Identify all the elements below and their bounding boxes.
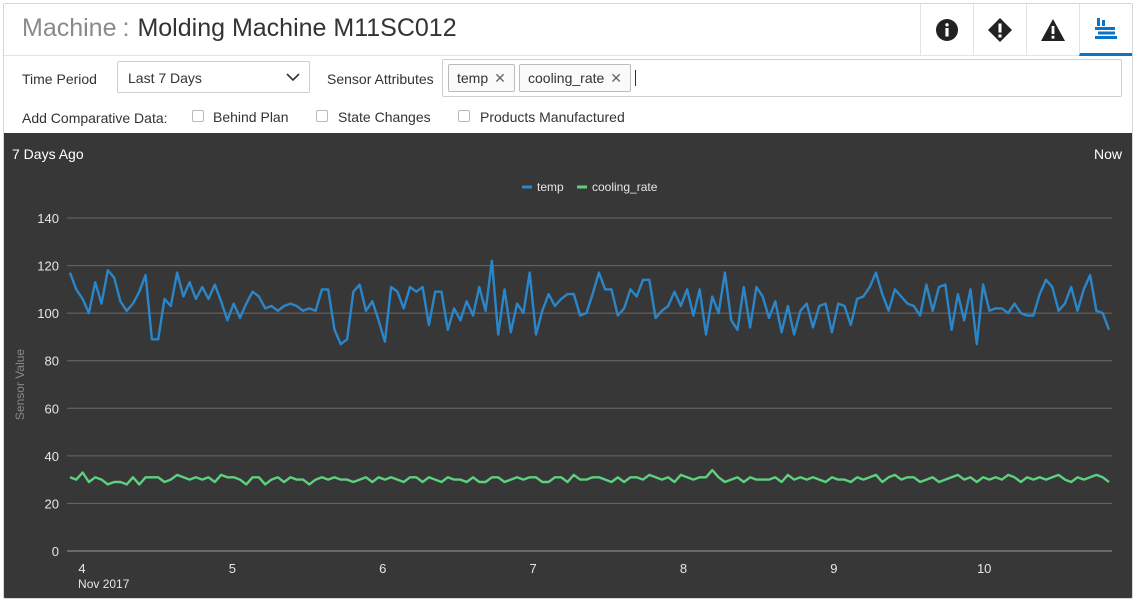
y-tick-label: 20 [45,496,59,511]
series-line-cooling-rate [69,468,1110,486]
title-prefix: Machine [22,14,117,42]
time-period-select[interactable]: Last 7 Days [117,61,310,93]
x-tick-label: 5 [229,561,236,576]
time-period-label: Time Period [22,71,97,87]
diamond-warning-icon [988,18,1012,42]
chevron-down-icon [286,73,300,82]
legend-label: temp [537,180,564,194]
x-tick-label: 9 [830,561,837,576]
machine-name: Molding Machine M11SC012 [137,14,457,42]
page-title: Machine: Molding Machine M11SC012 [22,14,457,43]
y-tick-label: 100 [37,306,59,321]
y-axis-title: Sensor Value [13,349,27,420]
sensor-chart: 7 Days Ago Now 0 20 40 60 80 100 120 140 4 Nov 20… [4,133,1132,598]
warning-triangle-icon [1041,19,1065,41]
y-tick-label: 60 [45,401,59,416]
page-header: Machine: Molding Machine M11SC012 [4,4,1132,56]
time-period-value: Last 7 Days [128,70,202,86]
info-icon [936,19,958,41]
remove-tag-icon[interactable]: ✕ [610,70,622,86]
x-tick-label: 10 [977,561,991,576]
text-caret [635,70,636,86]
x-tick-label: 6 [379,561,386,576]
behind-plan-checkbox[interactable] [192,110,204,122]
tag-label: temp [457,70,489,86]
series-line-temp [68,259,1111,346]
x-tick-sublabel: Nov 2017 [78,577,130,591]
tag-cooling-rate: cooling_rate ✕ [519,64,632,92]
tag-label: cooling_rate [528,70,605,86]
products-manufactured-checkbox[interactable] [458,110,470,122]
warning-button[interactable] [1026,4,1079,56]
comparative-data-label: Add Comparative Data: [22,110,168,126]
y-tick-label: 120 [37,259,59,274]
tag-temp: temp ✕ [448,64,515,92]
filter-row: Time Period Last 7 Days Sensor Attribute… [4,56,1132,100]
alert-diamond-button[interactable] [973,4,1026,56]
comparative-data-row: Add Comparative Data: Behind Plan State … [4,100,1132,134]
y-tick-label: 40 [45,449,59,464]
machine-button[interactable] [1079,4,1132,56]
sensor-attributes-input[interactable]: temp ✕ cooling_rate ✕ [442,59,1122,97]
remove-tag-icon[interactable]: ✕ [494,70,506,86]
state-changes-checkbox[interactable] [316,110,328,122]
legend-label: cooling_rate [592,180,658,194]
x-tick-label: 8 [680,561,687,576]
info-button[interactable] [920,4,973,56]
header-actions [920,4,1132,56]
x-tick-label: 4 [78,561,85,576]
state-changes-label[interactable]: State Changes [338,109,431,125]
x-tick-label: 7 [529,561,536,576]
y-tick-label: 140 [37,211,59,226]
y-tick-label: 80 [45,354,59,369]
app-window: Machine: Molding Machine M11SC012 Time P… [3,3,1133,599]
products-manufactured-label[interactable]: Products Manufactured [480,109,625,125]
chart-plot: 0 20 40 60 80 100 120 140 4Nov 2017 5 6 7 8 9 10 Sensor… [13,180,1112,591]
title-separator: : [122,14,130,42]
behind-plan-label[interactable]: Behind Plan [213,109,289,125]
machine-icon [1095,17,1117,39]
y-tick-label: 0 [52,544,59,559]
sensor-attributes-label: Sensor Attributes [327,71,434,87]
